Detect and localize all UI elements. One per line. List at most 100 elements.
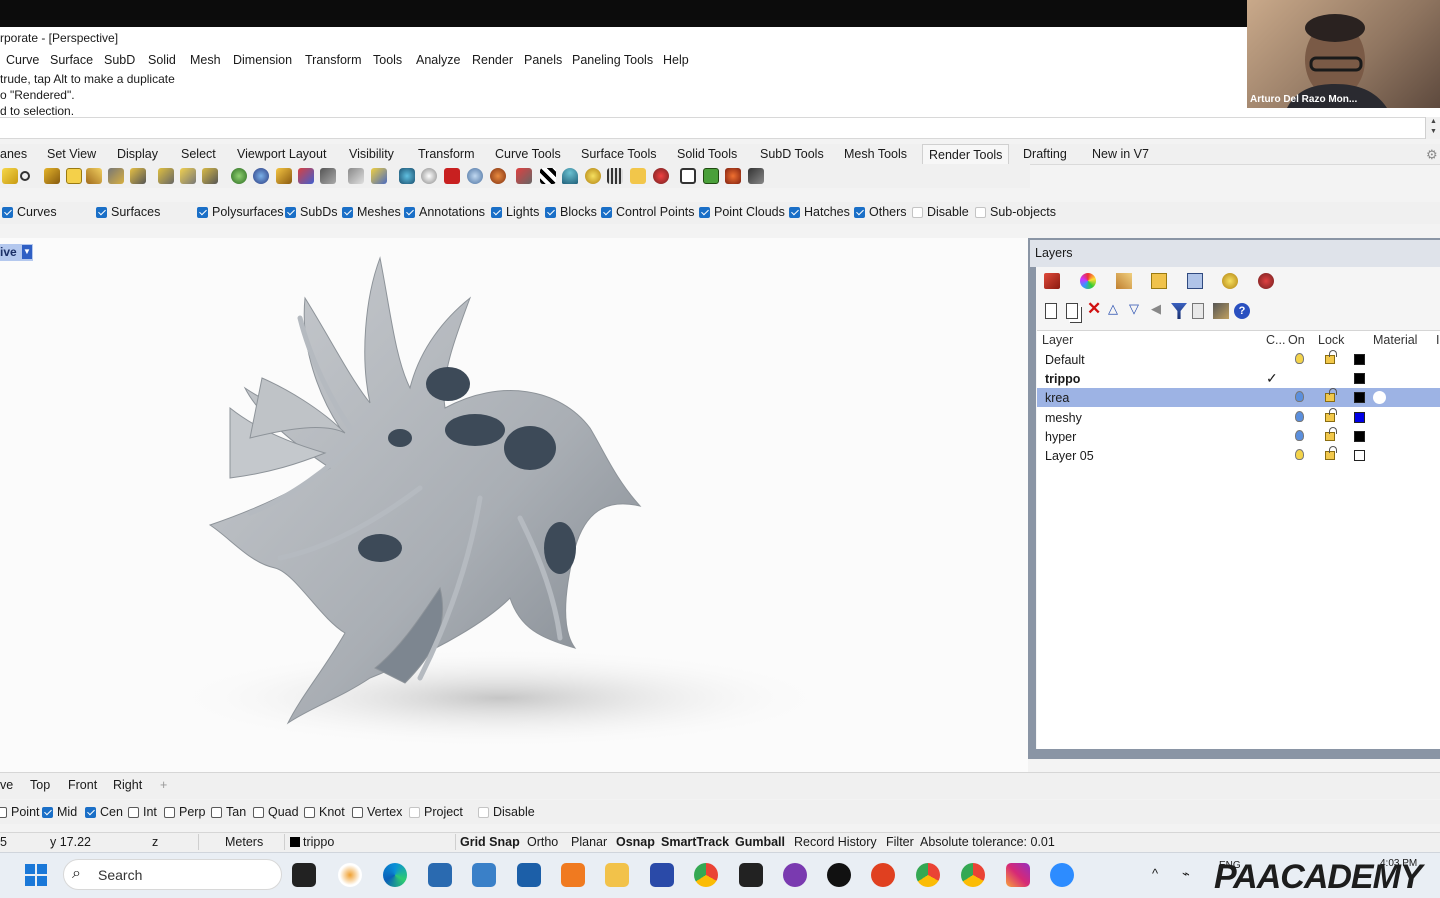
render-sphere-icon[interactable]: [253, 168, 269, 184]
checkbox-icon[interactable]: [789, 206, 800, 218]
diamond-icon[interactable]: [276, 168, 292, 184]
checkbox-icon[interactable]: [404, 206, 415, 218]
material-swatch[interactable]: [1373, 391, 1386, 404]
layer-row-krea[interactable]: krea: [1037, 388, 1440, 407]
taskbar-search-box[interactable]: [63, 859, 282, 890]
tab-set-view[interactable]: Set View: [47, 147, 96, 161]
menu-render[interactable]: Render: [472, 53, 513, 67]
tab-new-in-v7[interactable]: New in V7: [1092, 147, 1149, 161]
material-icon[interactable]: [298, 168, 314, 184]
pen-icon[interactable]: [1116, 273, 1132, 289]
filter-lights[interactable]: Lights: [491, 205, 539, 219]
filter-hatches[interactable]: Hatches: [789, 205, 850, 219]
checkbox-icon[interactable]: [304, 806, 315, 818]
checkbox-icon[interactable]: [478, 806, 489, 818]
zoom-icon[interactable]: [1050, 863, 1074, 887]
network-icon[interactable]: ⌁: [1182, 866, 1190, 882]
tab-top[interactable]: Top: [30, 778, 50, 792]
delete-icon[interactable]: ✕: [1087, 300, 1103, 317]
chrome-icon[interactable]: [694, 863, 718, 887]
tab-visibility[interactable]: Visibility: [349, 147, 394, 161]
column-current[interactable]: C...: [1266, 333, 1285, 347]
keyboard-icon[interactable]: [607, 168, 623, 184]
grid-snap-toggle[interactable]: Grid Snap: [460, 835, 520, 849]
osnap-tan[interactable]: Tan: [211, 805, 246, 819]
checkbox-icon[interactable]: [2, 206, 13, 218]
tab-surface-tools[interactable]: Surface Tools: [581, 147, 657, 161]
tab-mesh-tools[interactable]: Mesh Tools: [844, 147, 907, 161]
osnap-disable[interactable]: Disable: [478, 805, 535, 819]
checkbox-icon[interactable]: [211, 806, 222, 818]
menu-paneling-tools[interactable]: Paneling Tools: [572, 53, 653, 67]
record-history-toggle[interactable]: Record History: [794, 835, 877, 849]
menu-panels[interactable]: Panels: [524, 53, 562, 67]
lock-icon[interactable]: [1325, 446, 1337, 460]
column-print[interactable]: I: [1436, 333, 1439, 347]
menu-curve[interactable]: Curve: [6, 53, 39, 67]
rotate-icon[interactable]: [202, 168, 218, 184]
tab-drafting[interactable]: Drafting: [1023, 147, 1067, 161]
ortho-toggle[interactable]: Ortho: [527, 835, 558, 849]
tab-render-tools[interactable]: Render Tools: [922, 144, 1010, 165]
osnap-point[interactable]: Point: [0, 805, 40, 819]
layer-color-swatch[interactable]: [1354, 392, 1365, 403]
sketchup-icon[interactable]: [428, 863, 452, 887]
filter-annotations[interactable]: Annotations: [404, 205, 485, 219]
filter-sub-objects[interactable]: Sub-objects: [975, 205, 1056, 219]
checkbox-icon[interactable]: [545, 206, 556, 218]
osnap-cen[interactable]: Cen: [85, 805, 123, 819]
column-material[interactable]: Material: [1373, 333, 1417, 347]
environment-icon[interactable]: [399, 168, 415, 184]
filter-control-points[interactable]: Control Points: [601, 205, 695, 219]
chrome-profile-icon[interactable]: [916, 863, 940, 887]
move-icon[interactable]: [180, 168, 196, 184]
layer-color-swatch[interactable]: [1354, 354, 1365, 365]
search-light-icon[interactable]: [1222, 273, 1238, 289]
tab-curve-tools[interactable]: Curve Tools: [495, 147, 561, 161]
checkbox-icon[interactable]: [352, 806, 363, 818]
checkbox-icon[interactable]: [601, 206, 612, 218]
color-wheel-icon[interactable]: [1080, 273, 1096, 289]
menu-mesh[interactable]: Mesh: [190, 53, 221, 67]
column-lock[interactable]: Lock: [1318, 333, 1344, 347]
command-scroll-arrows[interactable]: ▲ ▼: [1425, 117, 1440, 139]
cube-icon[interactable]: [371, 168, 387, 184]
lock-icon[interactable]: [1325, 350, 1337, 364]
rhino-icon[interactable]: [739, 863, 763, 887]
folder-icon[interactable]: [1151, 273, 1167, 289]
column-layer[interactable]: Layer: [1042, 333, 1073, 347]
lock-icon[interactable]: [1325, 408, 1337, 422]
revit-icon[interactable]: [650, 863, 674, 887]
command-input[interactable]: [0, 117, 1425, 139]
checkbox-icon[interactable]: [975, 206, 986, 218]
checkbox-icon[interactable]: [854, 206, 865, 218]
checkbox-icon[interactable]: [253, 806, 264, 818]
move-left-icon[interactable]: ◀: [1151, 301, 1167, 317]
edge-icon[interactable]: [383, 863, 407, 887]
tab-front[interactable]: Front: [68, 778, 97, 792]
document-icon[interactable]: [1192, 303, 1204, 319]
media-player-icon[interactable]: [827, 863, 851, 887]
render-window-icon[interactable]: [444, 168, 460, 184]
ground-plane-icon[interactable]: [421, 168, 437, 184]
lightbulb-icon[interactable]: [1295, 391, 1304, 402]
decal-icon[interactable]: [320, 168, 336, 184]
layer-color-swatch[interactable]: [1354, 412, 1365, 423]
checkbox-icon[interactable]: [42, 806, 53, 818]
filter-others[interactable]: Others: [854, 205, 907, 219]
checkbox-icon[interactable]: [197, 206, 208, 218]
folder-icon[interactable]: [630, 168, 646, 184]
checkbox-icon[interactable]: [699, 206, 710, 218]
layer-color-swatch[interactable]: [1354, 373, 1365, 384]
osnap-int[interactable]: Int: [128, 805, 157, 819]
tab-solid-tools[interactable]: Solid Tools: [677, 147, 737, 161]
osnap-project[interactable]: Project: [409, 805, 463, 819]
checkbox-icon[interactable]: [285, 206, 296, 218]
menu-tools[interactable]: Tools: [373, 53, 402, 67]
layer-row-hyper[interactable]: hyper: [1037, 427, 1440, 446]
tab-perspective[interactable]: ve: [0, 778, 13, 792]
sphere-icon[interactable]: [231, 168, 247, 184]
layer-color-swatch[interactable]: [1354, 450, 1365, 461]
column-on[interactable]: On: [1288, 333, 1305, 347]
checkbox-icon[interactable]: [0, 806, 7, 818]
